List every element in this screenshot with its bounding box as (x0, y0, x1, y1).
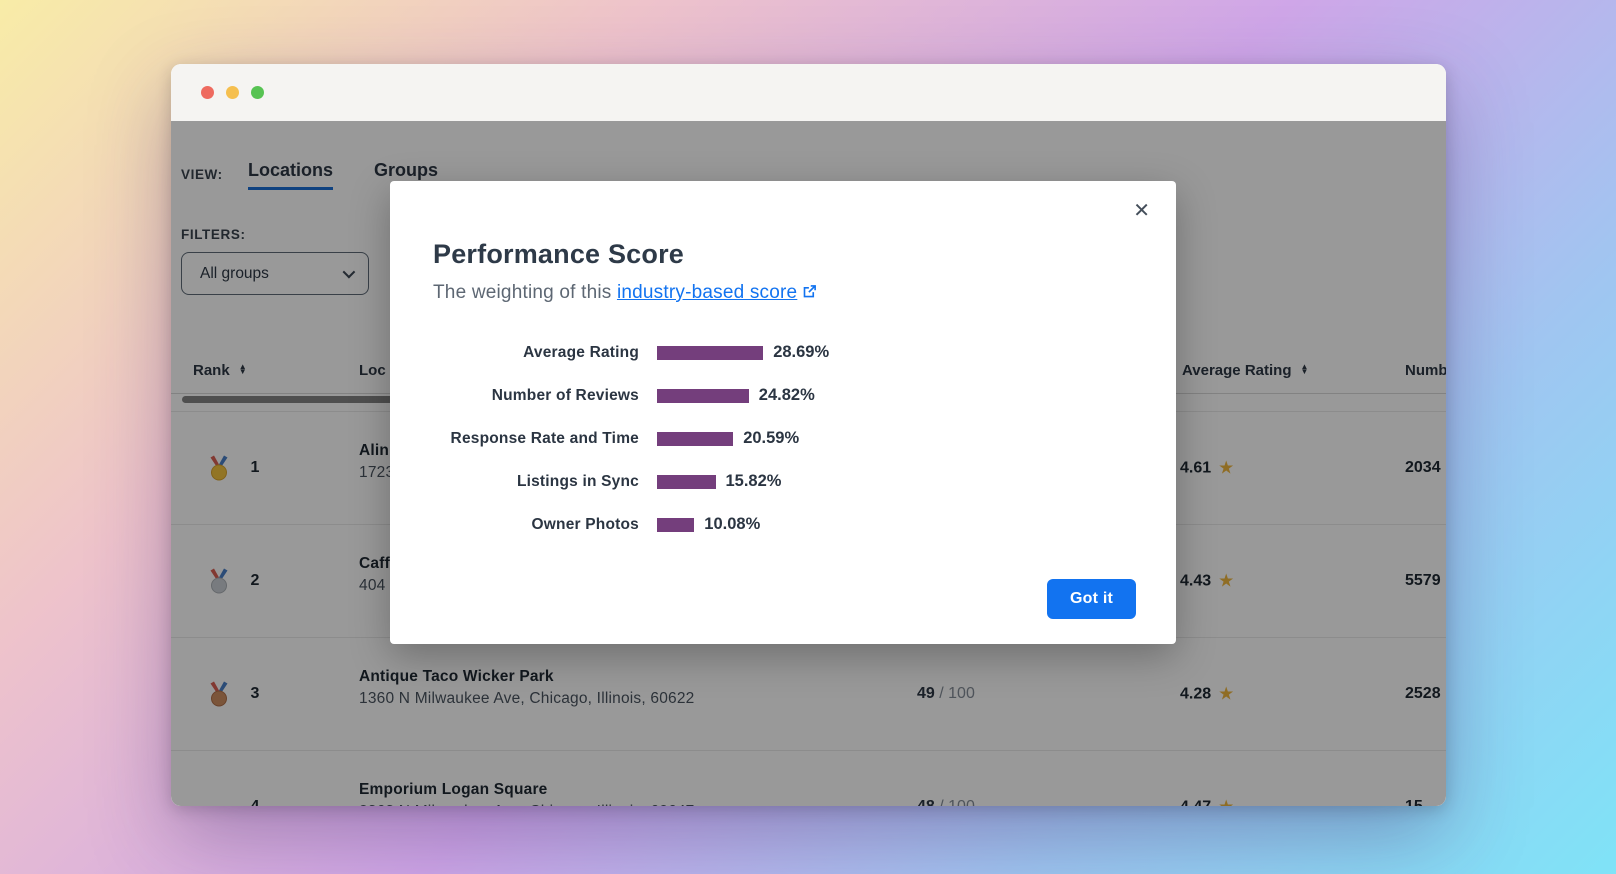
window-titlebar (171, 64, 1446, 121)
external-link-icon (802, 283, 817, 305)
chart-row: Listings in Sync 15.82% (433, 472, 1133, 491)
close-icon[interactable]: ✕ (1133, 201, 1150, 221)
app-window: VIEW: Locations Groups FILTERS: All grou… (171, 64, 1446, 806)
chart-row: Number of Reviews 24.82% (433, 386, 1133, 405)
chart-row: Average Rating 28.69% (433, 343, 1133, 362)
got-it-button[interactable]: Got it (1047, 579, 1136, 619)
chart-value-label: 20.59% (743, 429, 799, 448)
chart-value-label: 24.82% (759, 386, 815, 405)
chart-row: Owner Photos 10.08% (433, 515, 1133, 534)
chart-bar (657, 432, 733, 446)
subtitle-text: The weighting of this (433, 282, 617, 303)
chart-category-label: Response Rate and Time (433, 430, 639, 448)
close-window-button[interactable] (201, 86, 214, 99)
zoom-window-button[interactable] (251, 86, 264, 99)
chart-category-label: Listings in Sync (433, 473, 639, 491)
chart-value-label: 28.69% (773, 343, 829, 362)
chart-value-label: 10.08% (704, 515, 760, 534)
chart-bar (657, 518, 694, 532)
modal-title: Performance Score (433, 239, 1133, 270)
modal-subtitle: The weighting of this industry-based sco… (433, 282, 1133, 305)
chart-category-label: Owner Photos (433, 516, 639, 534)
chart-category-label: Number of Reviews (433, 387, 639, 405)
chart-value-label: 15.82% (726, 472, 782, 491)
performance-score-modal: ✕ Performance Score The weighting of thi… (390, 181, 1176, 644)
minimize-window-button[interactable] (226, 86, 239, 99)
chart-category-label: Average Rating (433, 344, 639, 362)
chart-bar (657, 389, 749, 403)
desktop-background: VIEW: Locations Groups FILTERS: All grou… (0, 0, 1616, 874)
chart-row: Response Rate and Time 20.59% (433, 429, 1133, 448)
weights-chart: Average Rating 28.69% Number of Reviews 24.… (433, 343, 1133, 534)
chart-bar (657, 346, 763, 360)
chart-bar (657, 475, 716, 489)
industry-score-link[interactable]: industry-based score (617, 282, 797, 303)
page-content: VIEW: Locations Groups FILTERS: All grou… (171, 121, 1446, 806)
